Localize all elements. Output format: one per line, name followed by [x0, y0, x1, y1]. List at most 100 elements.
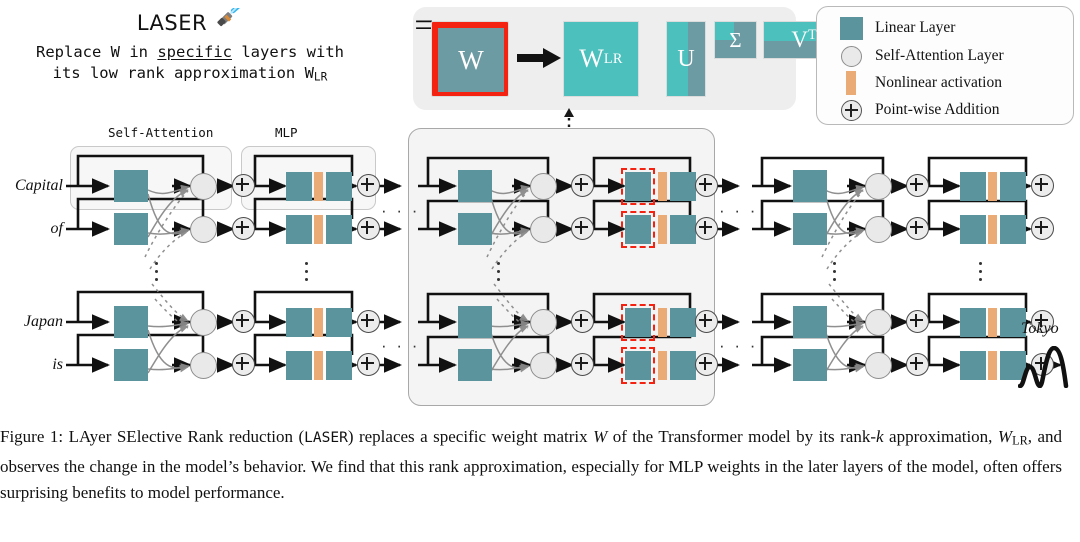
- linear-layer-block: [114, 213, 148, 245]
- laser-subtitle: Replace W in specific layers with its lo…: [0, 42, 380, 87]
- self-attention-node: [530, 173, 557, 200]
- ellipsis-vertical: [833, 262, 836, 286]
- matrix-vt-label: VT: [791, 27, 816, 53]
- matrix-sigma-label: Σ: [729, 27, 742, 52]
- pointwise-addition-node: [357, 174, 380, 197]
- mlp-linear-1: [286, 308, 312, 337]
- output-token-tokyo: Tokyo: [1021, 320, 1059, 337]
- ellipsis-horizontal: · · ·: [381, 201, 420, 220]
- laser-selected-weight-highlight: [621, 304, 655, 341]
- mlp-linear-2: [670, 215, 696, 244]
- laser-title-row: LASER: [0, 2, 380, 37]
- linear-layer-block: [793, 170, 827, 202]
- legend-item-nonlinear: Nonlinear activation: [831, 70, 1002, 96]
- mlp-linear-2: [326, 172, 352, 201]
- laser-subtitle-line-2: its low rank approximation WLR: [0, 63, 380, 87]
- pointwise-addition-node: [695, 174, 718, 197]
- linear-layer-block: [458, 349, 492, 381]
- pointwise-addition-node: [695, 353, 718, 376]
- low-rank-matrix-wlr: W LR: [563, 21, 639, 97]
- mlp-linear-2: [670, 172, 696, 201]
- plus-circle-icon: [831, 99, 871, 121]
- mlp-linear-1: [960, 172, 986, 201]
- vt-base: V: [791, 27, 808, 52]
- self-attention-node: [190, 216, 217, 243]
- vt-superscript: T: [807, 27, 817, 44]
- pointwise-addition-node: [906, 353, 929, 376]
- svd-decomposition-panel: W W LR = U Σ VT: [413, 7, 845, 110]
- weight-matrix-highlight-border: W: [431, 21, 509, 97]
- pointwise-addition-node: [571, 174, 594, 197]
- pointwise-addition-node: [1031, 217, 1054, 240]
- caption-italic-w: W: [593, 427, 608, 446]
- self-attention-node: [530, 309, 557, 336]
- nonlinear-activation: [314, 351, 323, 380]
- linear-layer-block: [458, 306, 492, 338]
- linear-layer-block: [458, 170, 492, 202]
- caption-text-4: approximation,: [883, 427, 998, 446]
- matrix-u-label: U: [677, 45, 695, 72]
- legend-label-self-attention: Self-Attention Layer: [875, 47, 1004, 64]
- mlp-linear-2: [326, 351, 352, 380]
- legend-label-nonlinear: Nonlinear activation: [875, 74, 1002, 91]
- pointwise-addition-node: [357, 310, 380, 333]
- linear-layer-block: [793, 213, 827, 245]
- pointwise-addition-node: [571, 310, 594, 333]
- output-distribution-waveform: [1018, 346, 1069, 388]
- nonlinear-activation: [988, 215, 997, 244]
- ellipsis-vertical: [497, 262, 500, 286]
- page-title: LASER: [136, 11, 208, 35]
- legend-item-self-attention: Self-Attention Layer: [831, 43, 1004, 69]
- pointwise-addition-node: [232, 217, 255, 240]
- linear-layer-block: [114, 170, 148, 202]
- nonlinear-activation: [314, 215, 323, 244]
- mlp-linear-2: [326, 308, 352, 337]
- teal-square-icon: [831, 16, 871, 40]
- legend-label-pointwise-addition: Point-wise Addition: [875, 101, 1000, 118]
- mlp-linear-1: [960, 215, 986, 244]
- ellipsis-vertical: [155, 262, 158, 286]
- laser-selected-weight-highlight: [621, 347, 655, 384]
- mlp-linear-1: [960, 351, 986, 380]
- caption-figure-number: Figure 1:: [0, 427, 64, 446]
- wlr-subscript: LR: [603, 50, 623, 67]
- gray-circle-icon: [831, 45, 871, 67]
- weight-matrix-w: W: [438, 28, 504, 92]
- legend-label-linear-layer: Linear Layer: [875, 19, 956, 36]
- laser-selected-weight-highlight: [621, 168, 655, 205]
- laser-sub-pre: Replace W in: [36, 43, 158, 61]
- ellipsis-horizontal: · · ·: [719, 336, 758, 355]
- figure-caption: Figure 1: LAyer SElective Rank reduction…: [0, 424, 1080, 506]
- transformer-diagram: Self-Attention MLP Layer L Capital of Ja…: [0, 124, 1080, 409]
- mlp-linear-1: [286, 351, 312, 380]
- mlp-linear-2: [326, 215, 352, 244]
- caption-laser-mono: LASER: [304, 430, 348, 446]
- self-attention-node: [530, 352, 557, 379]
- orange-bar-icon: [831, 71, 871, 95]
- laser-sub-post: layers with: [232, 43, 344, 61]
- laser-sub-line2: its low rank approximation W: [52, 64, 314, 82]
- mlp-linear-2: [670, 351, 696, 380]
- mlp-linear-2: [1000, 215, 1026, 244]
- self-attention-node: [865, 309, 892, 336]
- pointwise-addition-node: [232, 353, 255, 376]
- laser-title-block: LASER Replace W in specific layers with …: [0, 2, 380, 87]
- mlp-linear-1: [286, 172, 312, 201]
- wlr-base: W: [579, 44, 604, 73]
- arrow-right-icon: [517, 48, 561, 68]
- pointwise-addition-node: [357, 217, 380, 240]
- caption-text-3: of the Transformer model by its rank-: [607, 427, 877, 446]
- ellipsis-vertical: [305, 262, 308, 286]
- self-attention-node: [190, 173, 217, 200]
- mlp-linear-1: [960, 308, 986, 337]
- pointwise-addition-node: [571, 217, 594, 240]
- self-attention-node: [865, 216, 892, 243]
- laser-subtitle-line-1: Replace W in specific layers with: [0, 42, 380, 63]
- self-attention-node: [530, 216, 557, 243]
- ellipsis-horizontal: · · ·: [381, 336, 420, 355]
- pointwise-addition-node: [571, 353, 594, 376]
- caption-text-1: LAyer SElective Rank reduction (: [63, 427, 305, 446]
- mlp-linear-2: [670, 308, 696, 337]
- caption-text-2: ) replaces a specific weight matrix: [347, 427, 594, 446]
- mlp-linear-1: [286, 215, 312, 244]
